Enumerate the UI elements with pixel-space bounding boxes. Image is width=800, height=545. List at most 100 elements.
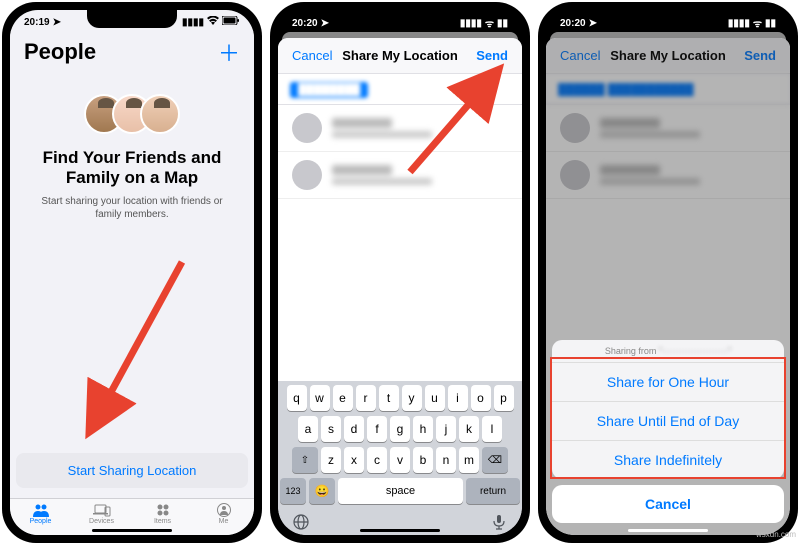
key-numbers[interactable]: 123 (280, 478, 306, 504)
key-l[interactable]: l (482, 416, 502, 442)
notch (87, 10, 177, 28)
people-icon (32, 503, 50, 517)
key-j[interactable]: j (436, 416, 456, 442)
action-sheet: Sharing from "······················" Sh… (552, 340, 784, 523)
recipient-pill[interactable]: ████████ (290, 82, 368, 98)
items-icon (154, 503, 172, 517)
tab-label: Me (219, 518, 229, 525)
avatar (292, 113, 322, 143)
phone-1: 20:19➤ ▮▮▮▮ People ＋ Find Your Friends a… (2, 2, 262, 543)
key-c[interactable]: c (367, 447, 387, 473)
key-g[interactable]: g (390, 416, 410, 442)
status-time: 20:20 (560, 18, 586, 29)
tab-label: Items (154, 518, 171, 525)
key-p[interactable]: p (494, 385, 514, 411)
modal-header: Cancel Share My Location Send (278, 38, 522, 74)
cancel-button[interactable]: Cancel (292, 48, 336, 63)
phone-3: 20:20➤ ▮▮▮▮ᯤ▮▮ Cancel Share My Location … (538, 2, 798, 543)
key-shift[interactable]: ⇧ (292, 447, 318, 473)
mic-icon[interactable] (490, 513, 508, 531)
share-indefinitely[interactable]: Share Indefinitely (552, 441, 784, 479)
notch (623, 10, 713, 28)
tab-people[interactable]: People (10, 503, 71, 525)
tab-me[interactable]: Me (193, 503, 254, 525)
modal-card: Cancel Share My Location Send ████████ (278, 38, 522, 535)
key-f[interactable]: f (367, 416, 387, 442)
key-z[interactable]: z (321, 447, 341, 473)
contact-row[interactable] (278, 105, 522, 152)
notch (355, 10, 445, 28)
me-icon (215, 503, 233, 517)
page-title: People (24, 39, 96, 65)
location-arrow-icon: ➤ (321, 18, 329, 29)
people-header: People ＋ (10, 30, 254, 74)
key-k[interactable]: k (459, 416, 479, 442)
screen-action-sheet: 20:20➤ ▮▮▮▮ᯤ▮▮ Cancel Share My Location … (546, 10, 790, 535)
recipients-field[interactable]: ████████ (278, 74, 522, 105)
key-v[interactable]: v (390, 447, 410, 473)
key-delete[interactable]: ⌫ (482, 447, 508, 473)
subtext: Start sharing your location with friends… (28, 195, 236, 221)
home-indicator[interactable] (92, 529, 172, 532)
key-n[interactable]: n (436, 447, 456, 473)
signal-icon: ▮▮▮▮ (728, 18, 750, 29)
battery-icon (222, 16, 240, 28)
key-return[interactable]: return (466, 478, 520, 504)
share-one-hour[interactable]: Share for One Hour (552, 363, 784, 402)
wifi-icon: ᯤ (485, 16, 494, 30)
screen-people: 20:19➤ ▮▮▮▮ People ＋ Find Your Friends a… (10, 10, 254, 535)
contact-row[interactable] (278, 152, 522, 199)
battery-icon: ▮▮ (765, 18, 776, 29)
sheet-cancel[interactable]: Cancel (552, 485, 784, 523)
location-arrow-icon: ➤ (53, 17, 61, 28)
key-m[interactable]: m (459, 447, 479, 473)
memoji-avatar (140, 94, 180, 134)
key-s[interactable]: s (321, 416, 341, 442)
phone-2: 20:20➤ ▮▮▮▮ᯤ▮▮ Cancel Share My Location … (270, 2, 530, 543)
key-t[interactable]: t (379, 385, 399, 411)
start-sharing-button[interactable]: Start Sharing Location (16, 453, 248, 488)
tab-devices[interactable]: Devices (71, 503, 132, 525)
home-indicator[interactable] (628, 529, 708, 532)
key-y[interactable]: y (402, 385, 422, 411)
home-indicator[interactable] (360, 529, 440, 532)
wifi-icon: ᯤ (753, 16, 762, 30)
tab-items[interactable]: Items (132, 503, 193, 525)
modal-title: Share My Location (342, 48, 458, 63)
key-w[interactable]: w (310, 385, 330, 411)
key-a[interactable]: a (298, 416, 318, 442)
tab-label: People (30, 518, 52, 525)
modal-card: Cancel Share My Location Send ██████ ███… (546, 38, 790, 535)
key-q[interactable]: q (287, 385, 307, 411)
status-time: 20:20 (292, 18, 318, 29)
globe-icon[interactable] (292, 513, 310, 531)
memoji-row (90, 94, 174, 134)
devices-icon (93, 503, 111, 517)
contact-suggestions (278, 105, 522, 199)
key-i[interactable]: i (448, 385, 468, 411)
share-end-of-day[interactable]: Share Until End of Day (552, 402, 784, 441)
sheet-label: Sharing from "······················" (552, 340, 784, 363)
add-button[interactable]: ＋ (218, 36, 240, 68)
key-o[interactable]: o (471, 385, 491, 411)
signal-icon: ▮▮▮▮ (460, 18, 482, 29)
key-h[interactable]: h (413, 416, 433, 442)
key-r[interactable]: r (356, 385, 376, 411)
headline: Find Your Friends and Family on a Map (28, 148, 236, 189)
wifi-icon (207, 16, 219, 28)
key-x[interactable]: x (344, 447, 364, 473)
send-button[interactable]: Send (464, 48, 508, 63)
keyboard[interactable]: qwertyuiop asdfghjkl ⇧zxcvbnm⌫ 123 😀 spa… (278, 381, 522, 535)
key-b[interactable]: b (413, 447, 433, 473)
key-emoji[interactable]: 😀 (309, 478, 335, 504)
watermark: wsxdn.com (756, 530, 796, 539)
key-e[interactable]: e (333, 385, 353, 411)
key-space[interactable]: space (338, 478, 463, 504)
location-arrow-icon: ➤ (589, 18, 597, 29)
key-u[interactable]: u (425, 385, 445, 411)
empty-state: Find Your Friends and Family on a Map St… (10, 74, 254, 453)
battery-icon: ▮▮ (497, 18, 508, 29)
key-d[interactable]: d (344, 416, 364, 442)
avatar (292, 160, 322, 190)
status-time: 20:19 (24, 17, 50, 28)
